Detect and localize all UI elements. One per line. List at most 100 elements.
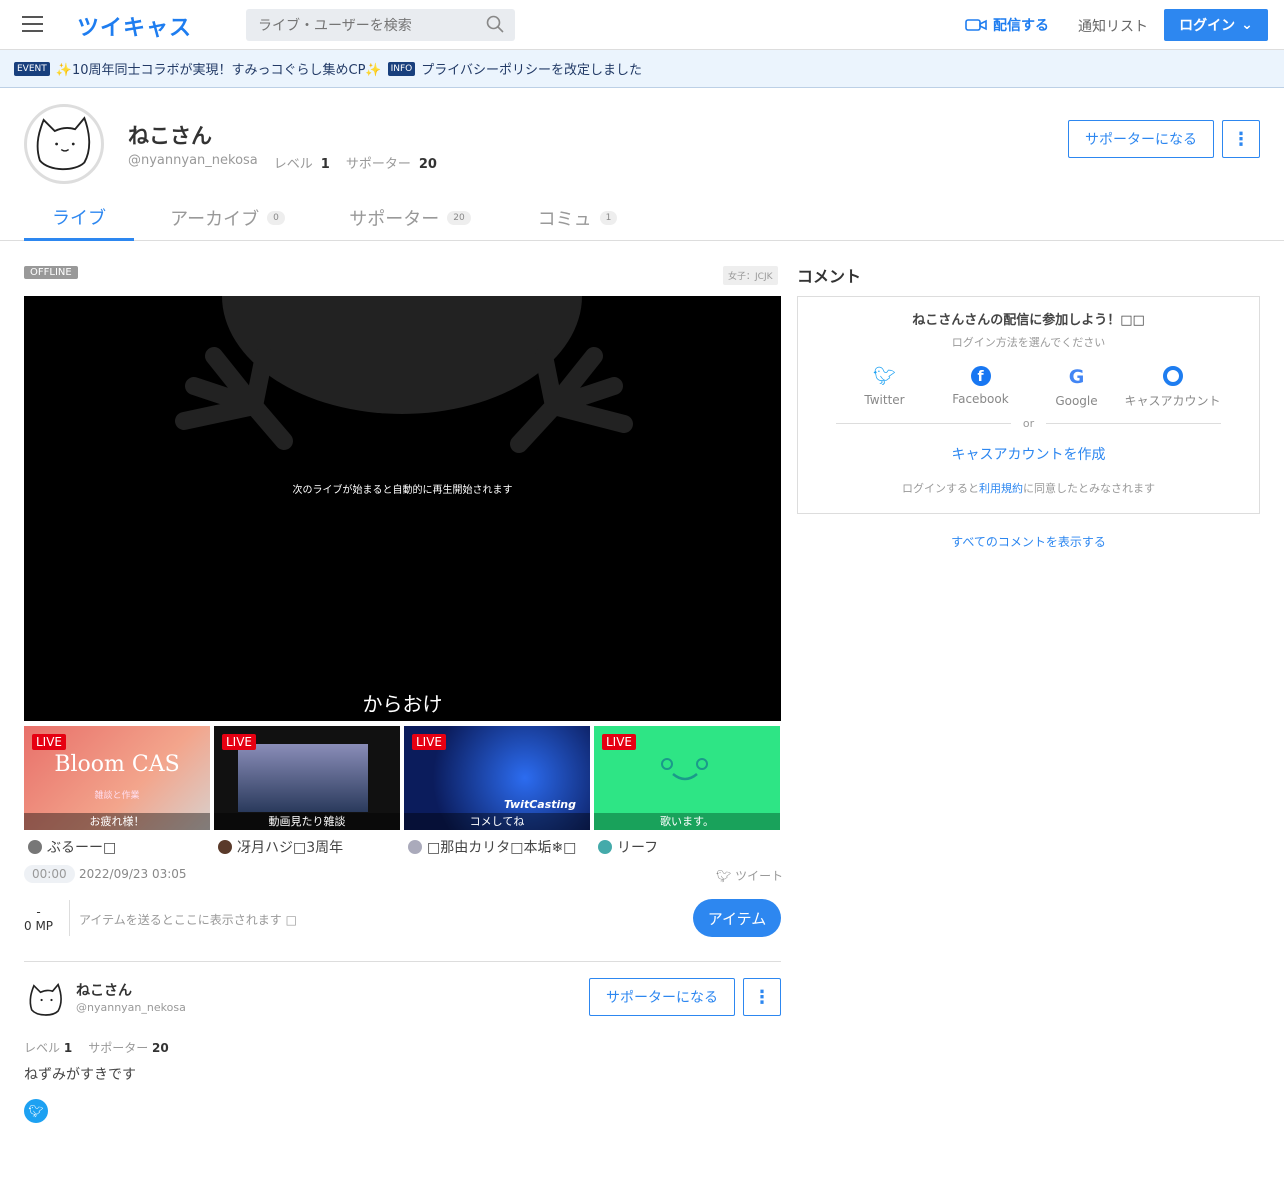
thumbnail: TwitCasting LIVE コメしてね — [404, 726, 590, 830]
thumbnail-art-text: TwitCasting — [504, 798, 576, 811]
level-label: レベル — [273, 157, 313, 172]
tab-count: 20 — [447, 211, 471, 225]
recommended-live-card[interactable]: TwitCasting LIVE コメしてね □那由カリタ□本垢❄□ — [404, 726, 590, 857]
twitter-profile-icon[interactable]: 🐦︎ — [24, 1099, 48, 1123]
more-options-icon[interactable]: ⋮ — [1222, 120, 1260, 158]
thumbnail: LIVE 動画見たり雑談 — [214, 726, 400, 830]
show-all-comments-link[interactable]: すべてのコメントを表示する — [797, 533, 1260, 550]
mp-dash: - — [36, 905, 41, 919]
thumbnail-art-subtext: 雑談と作業 — [94, 791, 140, 801]
info-link[interactable]: プライバシーポリシーを改定しました — [421, 59, 642, 78]
login-google[interactable]: G Google — [1029, 366, 1125, 409]
supporter-label: サポーター — [345, 157, 411, 172]
supporter-count: 20 — [152, 1041, 169, 1055]
bio-become-supporter-button[interactable]: サポーターになる — [589, 978, 735, 1016]
comments-heading: コメント — [797, 267, 862, 286]
search-icon[interactable] — [486, 15, 504, 33]
logo[interactable]: ツイキャス — [77, 10, 192, 42]
search-input[interactable] — [246, 9, 515, 41]
provider-label: Facebook — [952, 392, 1009, 406]
tab-count: 0 — [267, 211, 285, 225]
login-button[interactable]: ログイン ⌄ — [1164, 9, 1268, 41]
offline-character-illustration — [175, 296, 633, 453]
choose-login-text: ログイン方法を選んでください — [951, 336, 1106, 349]
level: レベル 1 — [24, 1039, 72, 1056]
tab-label: ライブ — [52, 207, 106, 229]
tab-live[interactable]: ライブ — [24, 195, 134, 241]
supporters: サポーター 20 — [88, 1039, 169, 1056]
recommended-live-card[interactable]: LIVE 動画見たり雑談 冴月ハジ□3周年 — [214, 726, 400, 857]
tab-archive[interactable]: アーカイブ 0 — [160, 195, 295, 241]
broadcast-button[interactable]: 配信する — [965, 15, 1049, 35]
divider — [69, 900, 70, 936]
google-icon: G — [1068, 366, 1085, 388]
info-tag: INFO — [387, 61, 416, 76]
divider-line — [1046, 423, 1222, 424]
login-label: ログイン — [1179, 18, 1236, 34]
twitter-icon: 🐦︎ — [716, 869, 732, 883]
tweet-button[interactable]: 🐦︎ ツイート — [716, 867, 783, 884]
recommended-live-card[interactable]: LIVE 歌います。 リーフ — [594, 726, 780, 857]
live-date: 2022/09/23 03:05 — [79, 867, 187, 881]
tweet-label: ツイート — [735, 869, 784, 883]
live-badge: LIVE — [602, 734, 637, 750]
live-caption: 動画見たり雑談 — [214, 813, 400, 830]
or-text: or — [1022, 417, 1035, 430]
tab-supporters[interactable]: サポーター 20 — [340, 195, 480, 241]
user-avatar — [598, 840, 612, 854]
notification-list-link[interactable]: 通知リスト — [1078, 16, 1148, 36]
tab-bar: ライブ アーカイブ 0 サポーター 20 コミュ 1 — [0, 195, 1284, 241]
offline-message: 次のライブが始まると自動的に再生開始されます — [292, 485, 513, 496]
recommended-live-card[interactable]: Bloom CAS 雑談と作業 LIVE お疲れ様！ ぶるーー□ — [24, 726, 210, 857]
user-name: □那由カリタ□本垢❄□ — [427, 840, 577, 856]
tab-label: アーカイブ — [170, 209, 260, 230]
user-avatar — [408, 840, 422, 854]
terms-text: ログインすると利用規約に同意したとみなされます — [798, 480, 1259, 496]
become-supporter-button[interactable]: サポーターになる — [1068, 120, 1214, 158]
bio-more-options-icon[interactable]: ⋮ — [743, 978, 781, 1016]
level-label: レベル — [24, 1041, 61, 1055]
video-camera-icon — [965, 19, 987, 31]
cas-account-icon — [1162, 366, 1183, 386]
event-link[interactable]: ✨10周年同士コラボが実現！すみっコぐらし集めCP✨ — [56, 59, 382, 78]
user-name: 冴月ハジ□3周年 — [237, 840, 344, 856]
level-value: 1 — [63, 1041, 73, 1055]
video-player[interactable]: 次のライブが始まると自動的に再生開始されます からおけ — [24, 296, 781, 721]
bio-text: ねずみがすきです — [24, 1067, 136, 1083]
bio-handle: @nyannyan_nekosa — [76, 1001, 186, 1014]
smiley-illustration — [661, 758, 708, 781]
terms-link[interactable]: 利用規約 — [979, 482, 1023, 495]
tab-label: コミュ — [537, 209, 592, 230]
login-providers: 🐦︎ Twitter f Facebook G Google キャスアカウント — [798, 366, 1259, 409]
login-cas-account[interactable]: キャスアカウント — [1125, 366, 1221, 409]
offline-badge: OFFLINE — [24, 266, 78, 279]
supporter-label: サポーター — [88, 1041, 149, 1055]
user-avatar — [28, 840, 42, 854]
menu-icon[interactable] — [22, 16, 43, 32]
header: ツイキャス 配信する 通知リスト ログイン ⌄ — [0, 0, 1284, 50]
thumbnail-art-text: Bloom CAS — [54, 752, 180, 777]
broadcast-label: 配信する — [993, 18, 1049, 34]
provider-label: Twitter — [864, 393, 905, 407]
avatar — [24, 104, 104, 184]
item-button[interactable]: アイテム — [693, 899, 781, 937]
create-account-link[interactable]: キャスアカウントを作成 — [952, 444, 1106, 464]
divider — [24, 961, 781, 962]
tab-community[interactable]: コミュ 1 — [530, 195, 625, 241]
category-tag[interactable]: 女子：JCJK — [723, 266, 778, 285]
join-message: ねこさんさんの配信に参加しよう！□□ — [912, 313, 1145, 328]
live-badge: LIVE — [32, 734, 67, 750]
login-twitter[interactable]: 🐦︎ Twitter — [837, 366, 933, 409]
event-tag: EVENT — [14, 61, 50, 76]
login-facebook[interactable]: f Facebook — [933, 366, 1029, 409]
thumbnail: Bloom CAS 雑談と作業 LIVE お疲れ様！ — [24, 726, 210, 830]
live-caption: お疲れ様！ — [24, 813, 210, 830]
user-name: ぶるーー□ — [47, 840, 117, 856]
facebook-icon: f — [970, 366, 991, 386]
live-badge: LIVE — [222, 734, 257, 750]
recommended-lives: Bloom CAS 雑談と作業 LIVE お疲れ様！ ぶるーー□ LIVE 動画見た… — [24, 726, 781, 857]
elapsed-time: 00:00 — [24, 865, 75, 883]
thumbnail-image — [238, 744, 368, 812]
live-caption: 歌います。 — [594, 813, 780, 830]
user-name: リーフ — [617, 840, 659, 856]
